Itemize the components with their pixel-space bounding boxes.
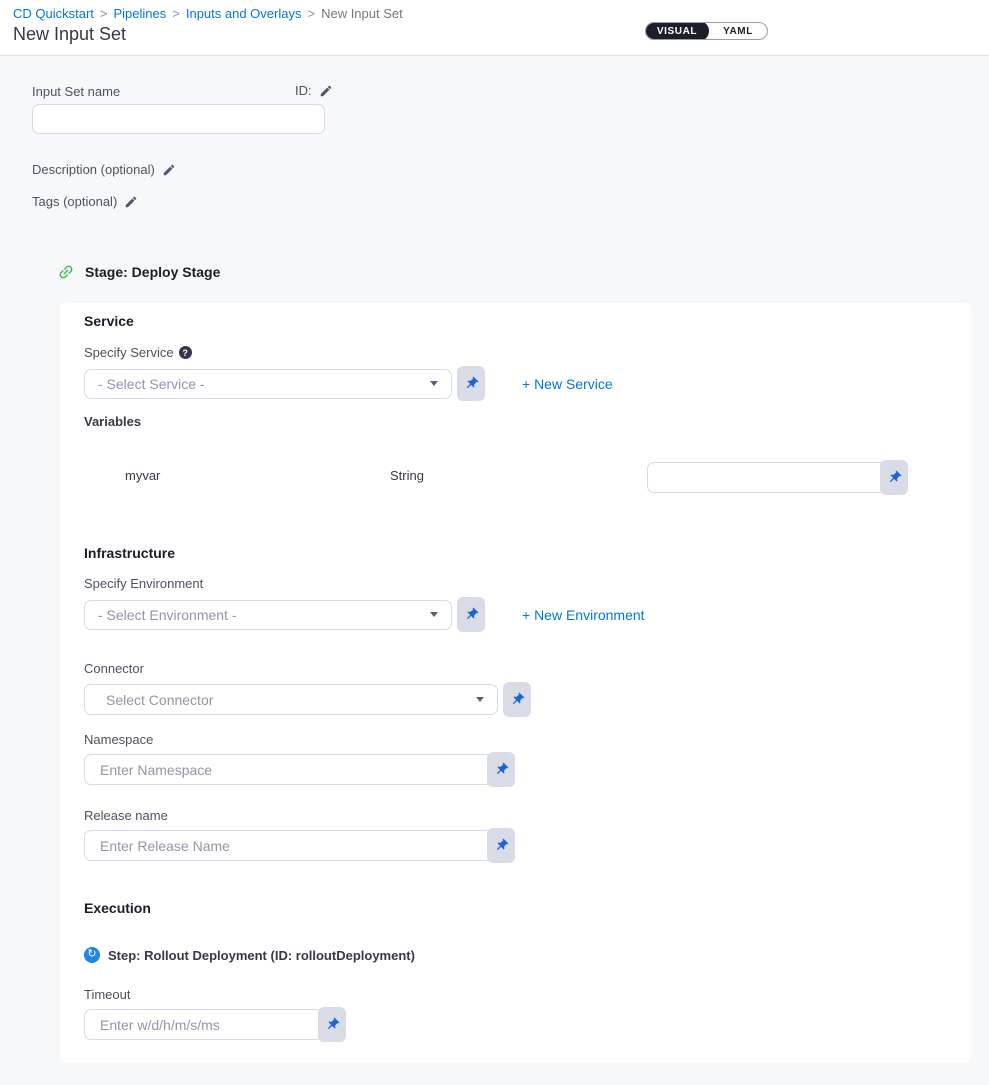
input-set-name-label: Input Set name	[32, 84, 120, 99]
new-service-link[interactable]: + New Service	[522, 376, 613, 392]
chevron-down-icon	[430, 612, 438, 617]
pin-icon	[887, 470, 902, 485]
step-label: Step: Rollout Deployment (ID: rolloutDep…	[108, 948, 415, 963]
breadcrumb-project[interactable]: CD Quickstart	[13, 6, 94, 21]
tags-label: Tags (optional)	[32, 194, 117, 209]
variable-name: myvar	[125, 468, 160, 483]
chevron-down-icon	[476, 697, 484, 702]
pin-icon	[494, 838, 509, 853]
visual-yaml-toggle: VISUAL YAML	[645, 22, 768, 40]
release-name-group	[84, 828, 515, 863]
timeout-pin-button[interactable]	[318, 1007, 346, 1042]
variable-type: String	[390, 468, 424, 483]
execution-section-title: Execution	[84, 900, 151, 916]
service-select[interactable]: - Select Service -	[84, 369, 452, 399]
id-row: ID:	[295, 83, 333, 98]
description-label: Description (optional)	[32, 162, 155, 177]
timeout-field[interactable]	[84, 1009, 324, 1040]
rollout-step-icon: ↻	[84, 947, 100, 963]
breadcrumb-separator: >	[307, 6, 315, 21]
new-environment-link[interactable]: + New Environment	[522, 607, 645, 623]
namespace-label: Namespace	[84, 732, 153, 747]
pin-icon	[494, 762, 509, 777]
edit-id-icon[interactable]	[319, 84, 333, 98]
toggle-yaml-button[interactable]: YAML	[709, 22, 767, 40]
infrastructure-section-title: Infrastructure	[84, 545, 175, 561]
breadcrumb-separator: >	[100, 6, 108, 21]
service-pin-button[interactable]	[457, 366, 485, 401]
breadcrumb-pipelines[interactable]: Pipelines	[114, 6, 167, 21]
breadcrumb-separator: >	[172, 6, 180, 21]
variable-value-field[interactable]	[647, 462, 886, 493]
breadcrumb-inputs-and-overlays[interactable]: Inputs and Overlays	[186, 6, 302, 21]
name-label-row: Input Set name	[32, 84, 120, 99]
namespace-group	[84, 752, 515, 787]
namespace-pin-button[interactable]	[487, 752, 515, 787]
release-pin-button[interactable]	[487, 828, 515, 863]
edit-description-icon[interactable]	[162, 163, 176, 177]
specify-environment-label: Specify Environment	[84, 576, 203, 591]
chevron-down-icon	[430, 381, 438, 386]
connector-select-placeholder: Select Connector	[106, 692, 213, 708]
breadcrumb-current: New Input Set	[321, 6, 403, 21]
connector-select-row: Select Connector	[84, 682, 531, 717]
connector-pin-button[interactable]	[503, 682, 531, 717]
release-name-field[interactable]	[84, 830, 493, 861]
variable-value-group	[647, 460, 908, 495]
edit-tags-icon[interactable]	[124, 195, 138, 209]
input-set-name-field[interactable]	[32, 104, 325, 134]
specify-service-label: Specify Service	[84, 345, 174, 360]
step-header: ↻ Step: Rollout Deployment (ID: rolloutD…	[84, 947, 415, 963]
help-icon[interactable]: ?	[179, 346, 192, 359]
environment-pin-button[interactable]	[457, 597, 485, 632]
breadcrumb: CD Quickstart > Pipelines > Inputs and O…	[13, 6, 403, 21]
id-label: ID:	[295, 83, 312, 98]
timeout-label: Timeout	[84, 987, 130, 1002]
connector-label: Connector	[84, 661, 144, 676]
page-header: CD Quickstart > Pipelines > Inputs and O…	[0, 0, 989, 56]
namespace-field[interactable]	[84, 754, 493, 785]
environment-select[interactable]: - Select Environment -	[84, 600, 452, 630]
connector-select[interactable]: Select Connector	[84, 684, 498, 715]
variables-title: Variables	[84, 414, 141, 429]
release-name-label: Release name	[84, 808, 168, 823]
link-icon	[57, 263, 75, 281]
pin-icon	[464, 607, 479, 622]
stage-header: Stage: Deploy Stage	[57, 263, 220, 281]
toggle-visual-button[interactable]: VISUAL	[645, 22, 709, 40]
service-section-title: Service	[84, 313, 134, 329]
pin-icon	[464, 376, 479, 391]
pin-icon	[510, 692, 525, 707]
service-select-row: - Select Service - + New Service	[84, 366, 613, 401]
description-row: Description (optional)	[32, 162, 176, 177]
new-input-set-page: CD Quickstart > Pipelines > Inputs and O…	[0, 0, 989, 1085]
environment-select-row: - Select Environment - + New Environment	[84, 597, 645, 632]
pin-icon	[325, 1017, 340, 1032]
specify-service-row: Specify Service ?	[84, 345, 192, 360]
tags-row: Tags (optional)	[32, 194, 138, 209]
stage-inputs-card: Service Specify Service ? - Select Servi…	[60, 303, 971, 1062]
timeout-group	[84, 1007, 346, 1042]
environment-select-placeholder: - Select Environment -	[98, 607, 237, 623]
stage-label: Stage: Deploy Stage	[85, 264, 220, 280]
page-title: New Input Set	[13, 24, 126, 45]
service-select-placeholder: - Select Service -	[98, 376, 205, 392]
variable-pin-button[interactable]	[880, 460, 908, 495]
